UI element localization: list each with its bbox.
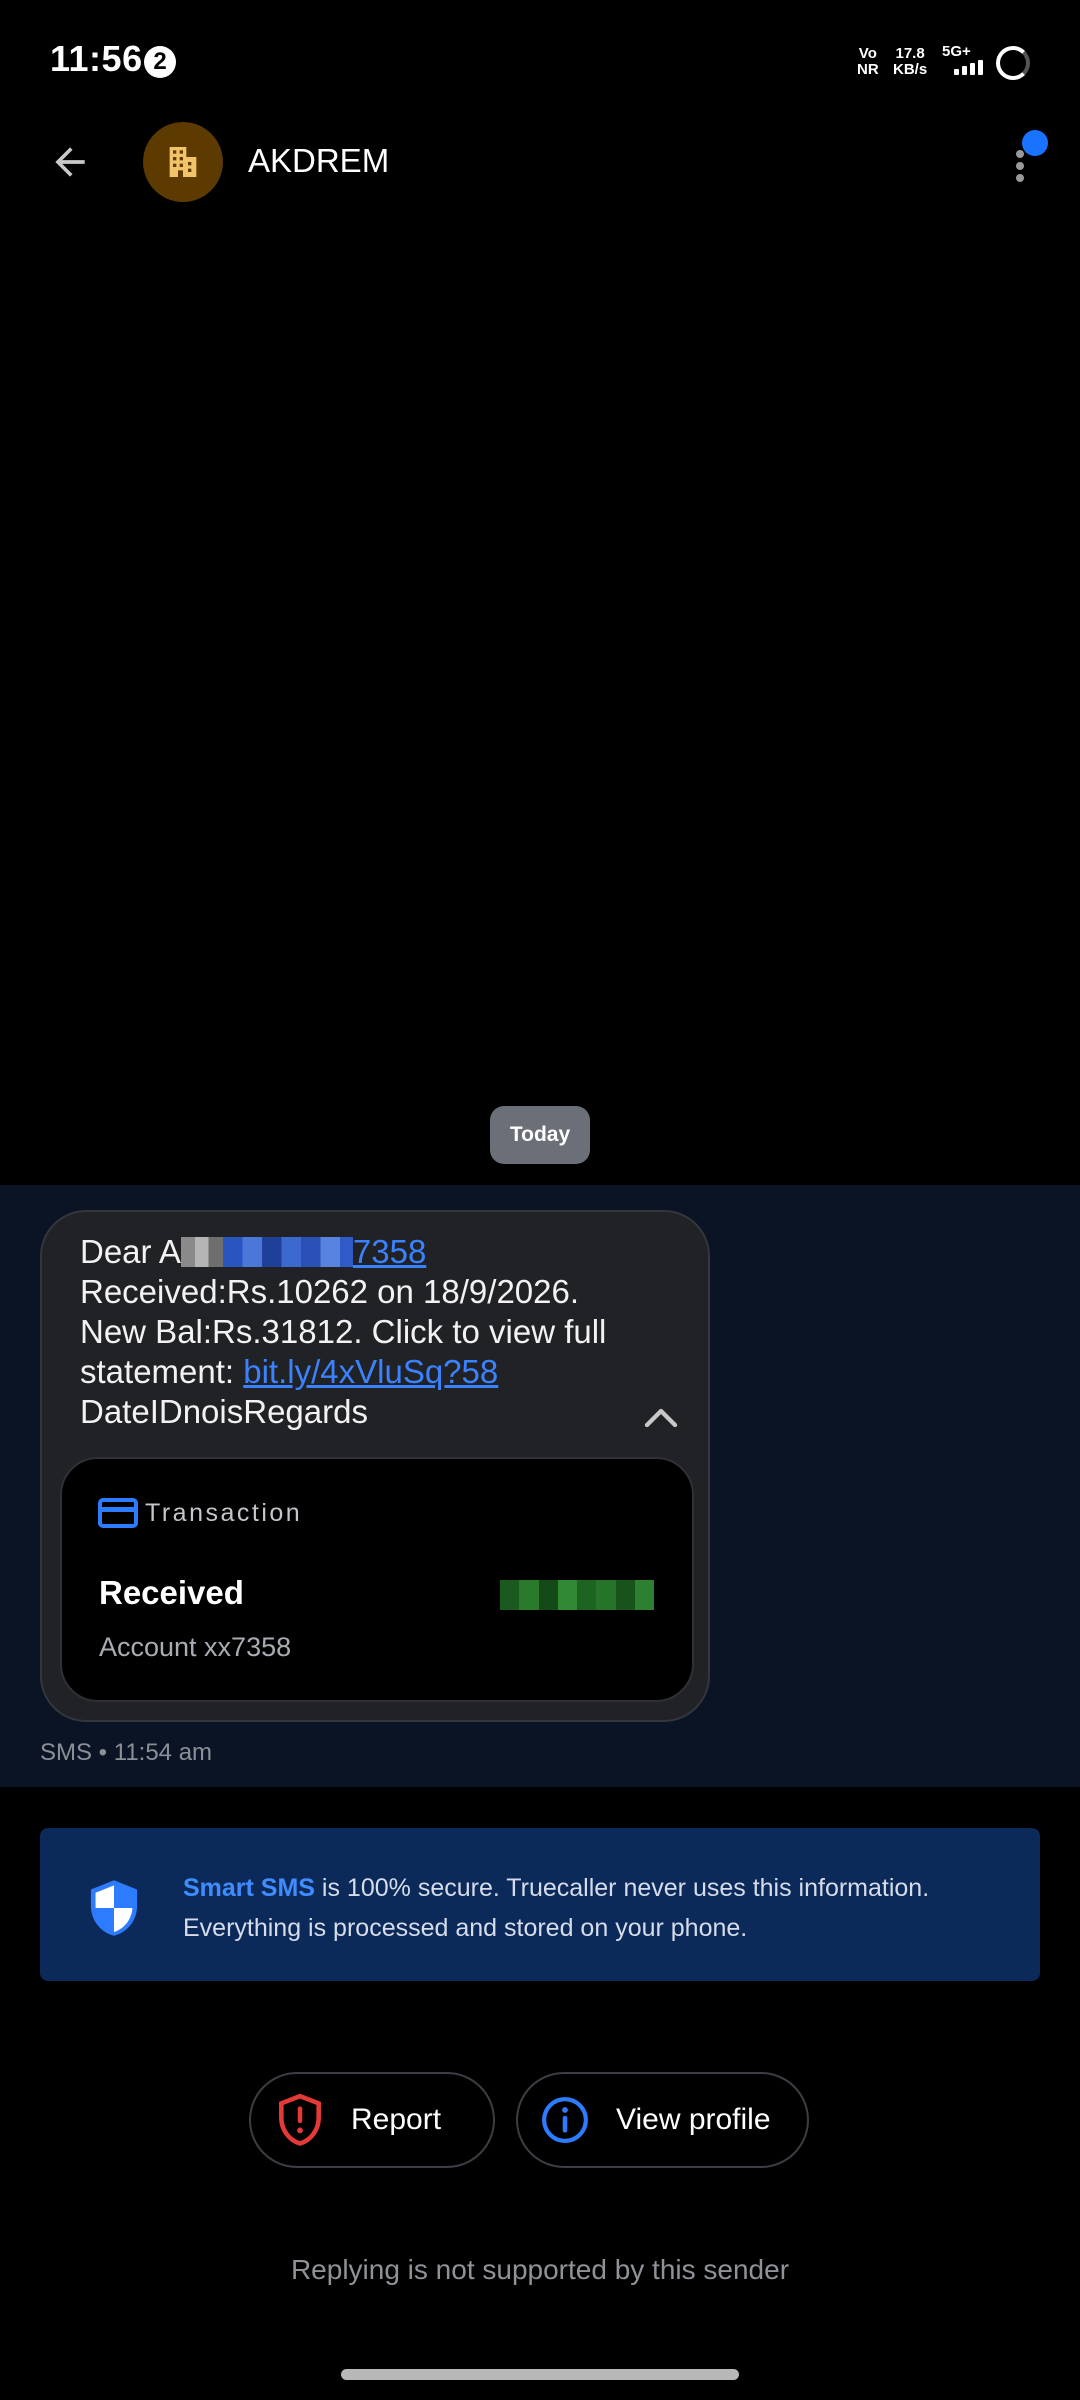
redacted-amount-pixels bbox=[500, 1580, 654, 1610]
network-speed: 17.8 KB/s bbox=[893, 46, 927, 78]
message-line-statement: statement: bbox=[80, 1353, 244, 1390]
view-profile-button[interactable]: View profile bbox=[516, 2072, 809, 2168]
back-arrow-icon bbox=[55, 147, 85, 177]
view-profile-label: View profile bbox=[616, 2103, 771, 2136]
smart-sms-label: Smart SMS bbox=[183, 1874, 315, 1902]
info-line-1: is 100% secure. Truecaller never uses th… bbox=[314, 1874, 930, 1902]
message-line-received: Received:Rs.10262 on 18/9/2026. bbox=[80, 1273, 580, 1310]
transaction-account: Account xx7358 bbox=[99, 1632, 292, 1662]
statement-link[interactable]: bit.ly/4xVluSq?58 bbox=[243, 1353, 498, 1390]
more-dot bbox=[1016, 162, 1024, 170]
volte-bottom-text: NR bbox=[857, 61, 879, 78]
redacted-account-pixels bbox=[222, 1237, 353, 1267]
message-greeting: Dear A bbox=[80, 1233, 181, 1270]
transaction-status: Received bbox=[99, 1574, 244, 1611]
message-line-signature: DateIDnoisRegards bbox=[80, 1393, 368, 1430]
account-link[interactable]: 7358 bbox=[222, 1233, 427, 1270]
message-text: Dear A 7358 Received:Rs.10262 on 18/9/202… bbox=[80, 1232, 680, 1432]
battery-icon bbox=[996, 46, 1030, 80]
transaction-title: Transaction bbox=[145, 1499, 303, 1527]
speed-value: 17.8 bbox=[895, 45, 925, 62]
volte-indicator: Vo NR bbox=[857, 46, 879, 78]
more-options-button[interactable] bbox=[1000, 130, 1048, 190]
contact-name[interactable]: AKDREM bbox=[248, 142, 389, 180]
credit-card-icon bbox=[98, 1498, 138, 1528]
building-icon bbox=[169, 147, 197, 177]
chevron-up-icon bbox=[644, 1408, 678, 1428]
redacted-name-pixels bbox=[180, 1237, 223, 1267]
back-button[interactable] bbox=[40, 132, 100, 192]
account-number-tail: 7358 bbox=[352, 1233, 427, 1270]
contact-avatar[interactable] bbox=[143, 122, 223, 202]
info-line-2: Everything is processed and stored on yo… bbox=[183, 1914, 748, 1942]
signal-icon bbox=[954, 60, 983, 75]
report-shield-icon bbox=[279, 2093, 321, 2146]
shield-icon bbox=[90, 1880, 138, 1936]
home-gesture-bar[interactable] bbox=[341, 2369, 739, 2380]
speed-unit: KB/s bbox=[893, 61, 928, 78]
network-type: 5G+ bbox=[942, 43, 971, 60]
info-icon bbox=[542, 2097, 588, 2143]
info-banner-text: Smart SMS is 100% secure. Truecaller nev… bbox=[183, 1868, 1013, 1948]
reply-not-supported-note: Replying is not supported by this sender bbox=[290, 2254, 790, 2285]
collapse-button[interactable] bbox=[640, 1400, 682, 1436]
message-timestamp: SMS • 11:54 am bbox=[40, 1739, 213, 1766]
message-line-balance: New Bal:Rs.31812. Click to view full bbox=[80, 1313, 607, 1350]
report-button[interactable]: Report bbox=[249, 2072, 495, 2168]
more-dot bbox=[1016, 150, 1024, 158]
more-dot bbox=[1016, 174, 1024, 182]
notification-count-badge: 2 bbox=[144, 46, 176, 78]
status-time: 11:56 bbox=[50, 38, 143, 79]
date-separator-chip: Today bbox=[490, 1106, 590, 1164]
report-label: Report bbox=[351, 2103, 442, 2136]
menu-notification-dot bbox=[1022, 130, 1048, 156]
volte-top-text: Vo bbox=[858, 45, 877, 62]
